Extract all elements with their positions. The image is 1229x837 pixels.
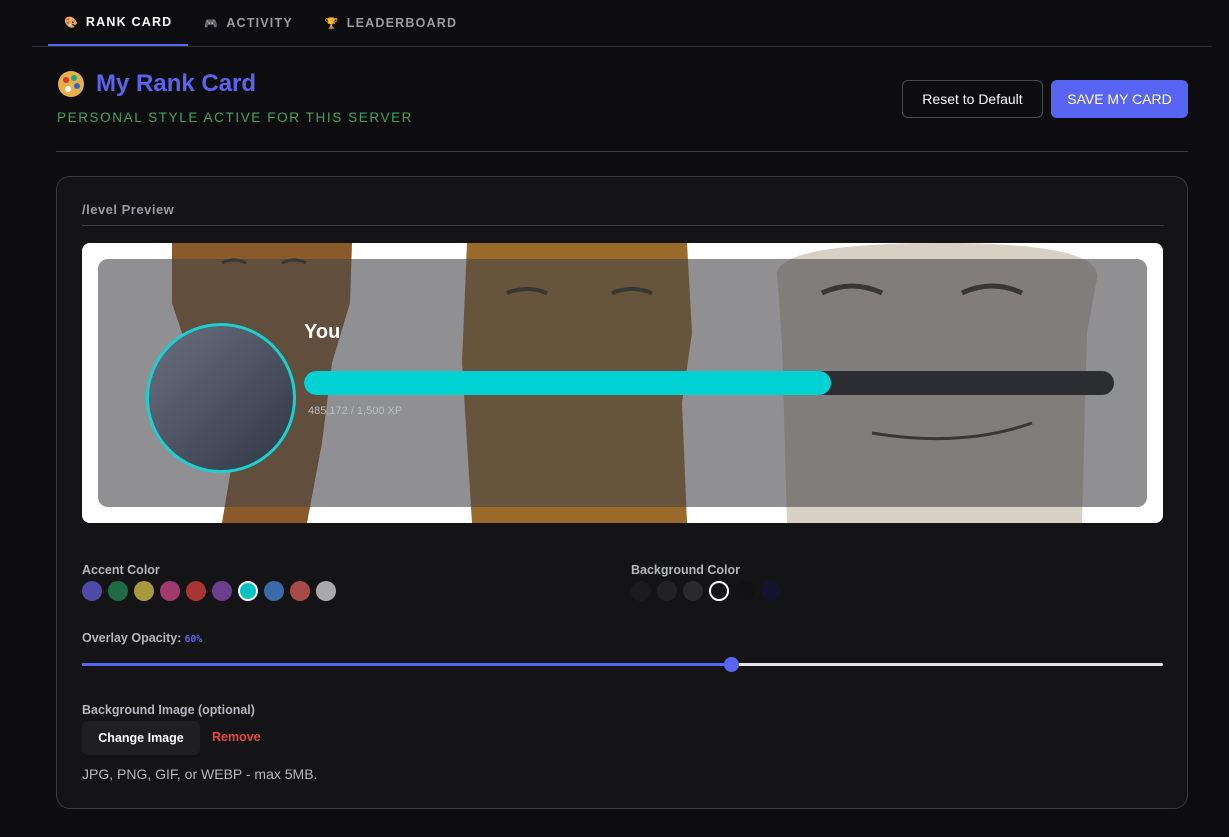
- xp-text: 485,172 / 1,500 XP: [308, 405, 403, 417]
- rank-card-preview: You 485,172 / 1,500 XP: [82, 243, 1163, 523]
- header-divider: [56, 151, 1188, 152]
- accent-color-swatch[interactable]: [134, 581, 154, 601]
- preview-label: /level Preview: [82, 202, 175, 217]
- background-image-label: Background Image (optional): [82, 703, 255, 717]
- page-subtitle: PERSONAL STYLE ACTIVE FOR THIS SERVER: [57, 110, 414, 125]
- accent-color-swatch[interactable]: [160, 581, 180, 601]
- username: You: [304, 321, 341, 343]
- file-format-hint: JPG, PNG, GIF, or WEBP - max 5MB.: [82, 766, 318, 782]
- overlay-opacity-label: Overlay Opacity: 60%: [82, 631, 202, 645]
- accent-color-swatch[interactable]: [290, 581, 310, 601]
- palette-icon: [58, 71, 84, 97]
- background-color-swatch[interactable]: [709, 581, 729, 601]
- tab-label: RANK CARD: [85, 15, 173, 29]
- accent-color-swatch[interactable]: [186, 581, 206, 601]
- gamepad-icon: 🎮: [204, 17, 220, 30]
- avatar: [146, 323, 296, 473]
- tab-label: LEADERBOARD: [346, 16, 458, 30]
- background-color-swatch[interactable]: [657, 581, 677, 601]
- accent-color-swatches: [82, 581, 336, 601]
- slider-thumb[interactable]: [723, 657, 739, 672]
- page-title: My Rank Card: [58, 70, 256, 98]
- tab-activity[interactable]: 🎮 ACTIVITY: [188, 0, 308, 46]
- card-overlay: You 485,172 / 1,500 XP: [98, 259, 1147, 507]
- trophy-icon: 🏆: [324, 17, 340, 30]
- preview-divider: [82, 225, 1164, 226]
- change-image-button[interactable]: Change Image: [82, 721, 200, 755]
- background-color-swatch[interactable]: [683, 581, 703, 601]
- tab-rank-card[interactable]: 🎨 RANK CARD: [48, 0, 189, 46]
- reset-to-default-button[interactable]: Reset to Default: [902, 80, 1043, 118]
- background-color-swatch[interactable]: [761, 581, 781, 601]
- slider-fill: [82, 663, 731, 666]
- background-color-swatch[interactable]: [631, 581, 651, 601]
- remove-image-button[interactable]: Remove: [212, 730, 261, 744]
- overlay-opacity-value: 60%: [184, 634, 203, 645]
- settings-panel: /level Preview You 485,172 / 1,500 XP Ac…: [56, 176, 1188, 809]
- accent-color-swatch[interactable]: [82, 581, 102, 601]
- overlay-opacity-slider[interactable]: [82, 657, 1163, 672]
- background-color-swatch[interactable]: [735, 581, 755, 601]
- tab-leaderboard[interactable]: 🏆 LEADERBOARD: [309, 0, 473, 46]
- page-title-text: My Rank Card: [96, 70, 257, 97]
- accent-color-swatch[interactable]: [264, 581, 284, 601]
- background-color-swatches: [631, 581, 781, 601]
- xp-progress-bar: [304, 371, 1114, 395]
- palette-icon: 🎨: [64, 16, 79, 29]
- background-color-label: Background Color: [631, 563, 741, 577]
- accent-color-swatch[interactable]: [108, 581, 128, 601]
- tab-label: ACTIVITY: [226, 16, 293, 30]
- save-my-card-button[interactable]: SAVE MY CARD: [1051, 80, 1188, 118]
- accent-color-label: Accent Color: [82, 563, 160, 577]
- xp-progress-fill: [304, 371, 831, 395]
- accent-color-swatch[interactable]: [238, 581, 258, 601]
- accent-color-swatch[interactable]: [316, 581, 336, 601]
- tab-bar: 🎨 RANK CARD 🎮 ACTIVITY 🏆 LEADERBOARD: [32, 0, 1212, 47]
- overlay-opacity-text: Overlay Opacity:: [82, 631, 182, 645]
- accent-color-swatch[interactable]: [212, 581, 232, 601]
